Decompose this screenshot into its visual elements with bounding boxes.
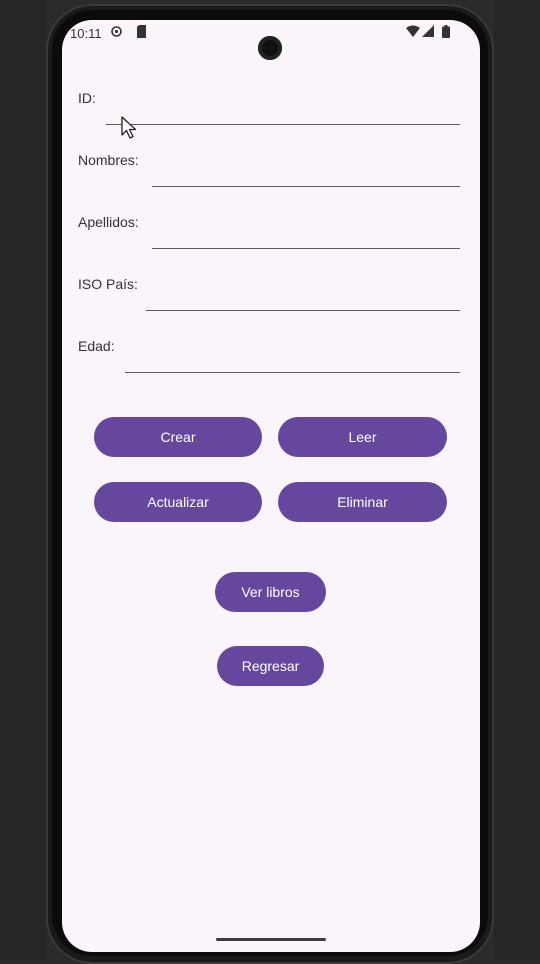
mouse-pointer-icon — [121, 116, 139, 145]
edad-field[interactable] — [125, 372, 460, 373]
wifi-icon — [406, 25, 420, 40]
actualizar-button[interactable]: Actualizar — [94, 482, 262, 522]
apellidos-label: Apellidos: — [78, 214, 139, 230]
sd-card-icon — [136, 25, 147, 41]
ver-libros-button[interactable]: Ver libros — [215, 572, 326, 612]
status-time: 10:11 — [70, 26, 102, 41]
battery-icon — [442, 25, 450, 41]
app-screen: 10:11 ID: Nombres: Apellidos: ISO País: … — [62, 20, 480, 952]
home-indicator[interactable] — [216, 938, 326, 941]
regresar-button[interactable]: Regresar — [217, 646, 324, 686]
leer-button[interactable]: Leer — [278, 417, 447, 457]
front-camera — [258, 36, 282, 60]
edad-label: Edad: — [78, 338, 115, 354]
iso-pais-field[interactable] — [146, 310, 460, 311]
eliminar-button[interactable]: Eliminar — [278, 482, 447, 522]
nombres-field[interactable] — [152, 186, 460, 187]
left-backdrop — [0, 0, 46, 960]
id-field[interactable] — [106, 124, 460, 125]
iso-pais-label: ISO País: — [78, 276, 138, 292]
apellidos-field[interactable] — [152, 248, 460, 249]
crear-button[interactable]: Crear — [94, 417, 262, 457]
settings-icon — [110, 25, 123, 41]
nombres-label: Nombres: — [78, 152, 139, 168]
signal-icon — [422, 25, 434, 40]
right-backdrop — [494, 0, 540, 960]
id-label: ID: — [78, 90, 96, 106]
